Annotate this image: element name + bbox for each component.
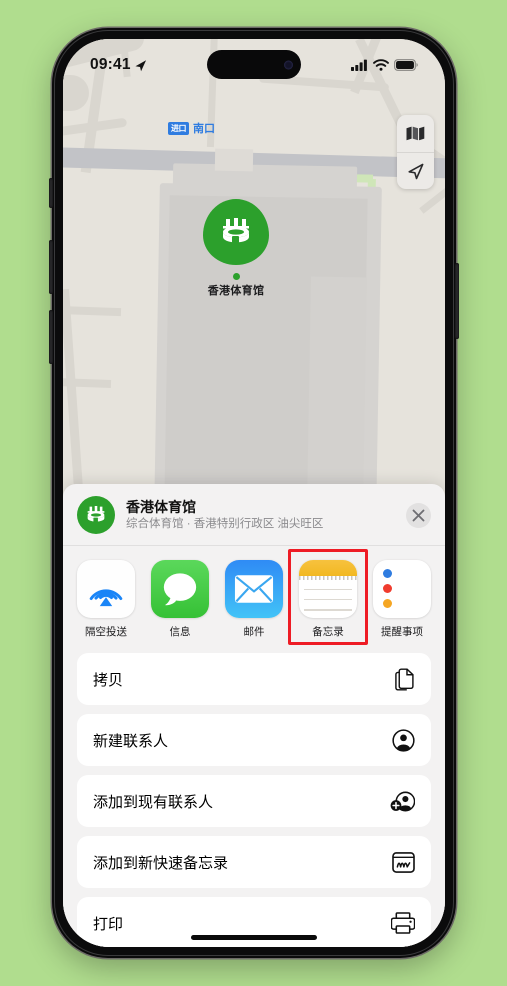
share-app-label: 备忘录 <box>312 626 344 638</box>
airdrop-glyph <box>89 589 123 607</box>
notes-icon <box>299 560 357 618</box>
share-avatar <box>77 496 115 534</box>
status-time-group: 09:41 <box>90 56 147 74</box>
phone-screen: 进口 南口 香港体育馆 09:41 香港体育馆 综合体育馆 · 香港特别行政区 … <box>63 39 445 947</box>
map-building <box>214 148 254 172</box>
action-group: 新建联系人 <box>77 714 431 766</box>
notes-line <box>304 609 352 611</box>
action-group: 拷贝 <box>77 653 431 705</box>
exit-badge: 进口 <box>168 121 189 135</box>
share-app-airdrop[interactable]: 隔空投送 <box>77 560 135 639</box>
exit-label-text: 南口 <box>193 123 215 135</box>
reminder-dot-orange <box>383 599 392 608</box>
map-controls <box>397 115 434 189</box>
map-road <box>63 378 112 388</box>
map-building <box>306 276 368 510</box>
map-pin-stadium[interactable]: 香港体育馆 <box>199 199 273 298</box>
reminders-icon <box>373 560 431 618</box>
share-sheet: 香港体育馆 综合体育馆 · 香港特别行政区 油尖旺区 隔空投送 信息 邮件 备忘… <box>63 484 445 947</box>
share-sheet-subtitle: 综合体育馆 · 香港特别行政区 油尖旺区 <box>126 518 324 531</box>
front-camera-icon <box>284 60 293 69</box>
pin-anchor-dot <box>232 273 240 280</box>
pin-label: 香港体育馆 <box>207 285 265 297</box>
share-app-label: 信息 <box>169 626 191 638</box>
close-icon <box>412 509 425 521</box>
action-add-quick-note[interactable]: 添加到新快速备忘录 <box>77 836 431 888</box>
map-road <box>63 288 83 490</box>
share-sheet-text: 香港体育馆 综合体育馆 · 香港特别行政区 油尖旺区 <box>126 498 406 533</box>
share-apps-row: 隔空投送 信息 邮件 备忘录 提醒事项 <box>63 546 445 649</box>
quick-note-icon <box>392 851 415 873</box>
phone-frame: 进口 南口 香港体育馆 09:41 香港体育馆 综合体育馆 · 香港特别行政区 … <box>49 28 459 958</box>
action-label: 拷贝 <box>93 671 124 689</box>
action-label: 新建联系人 <box>93 732 169 750</box>
mail-icon <box>225 560 283 618</box>
cellular-signal-icon <box>351 59 367 71</box>
user-location-button[interactable] <box>397 152 434 189</box>
notes-perforation <box>299 576 357 580</box>
pin-head <box>203 199 269 265</box>
status-time-text: 09:41 <box>90 56 131 73</box>
speech-bubble-glyph <box>163 573 197 606</box>
volume-down-button[interactable] <box>49 310 53 364</box>
action-label: 添加到现有联系人 <box>93 793 214 811</box>
action-add-existing-contact[interactable]: 添加到现有联系人 <box>77 775 431 827</box>
action-label: 打印 <box>93 915 124 933</box>
folded-map-icon <box>406 126 425 141</box>
home-indicator[interactable] <box>191 935 317 940</box>
share-app-messages[interactable]: 信息 <box>151 560 209 639</box>
battery-full-icon <box>394 59 418 71</box>
messages-icon <box>151 560 209 618</box>
navigation-arrow-icon <box>408 163 424 179</box>
action-new-contact[interactable]: 新建联系人 <box>77 714 431 766</box>
notes-line <box>304 599 352 601</box>
airdrop-icon <box>77 560 135 618</box>
person-add-icon <box>390 791 415 811</box>
share-app-notes[interactable]: 备忘录 <box>288 549 368 645</box>
reminder-dot-red <box>383 584 392 593</box>
share-app-reminders[interactable]: 提醒事项 <box>373 560 431 639</box>
copy-icon <box>395 667 414 691</box>
printer-icon <box>391 912 415 934</box>
map-mode-button[interactable] <box>397 115 434 152</box>
share-actions-list: 拷贝 新建联系人 添加到现有联系人 添加到新快速备忘录 打印 <box>63 649 445 947</box>
action-group: 添加到新快速备忘录 <box>77 836 431 888</box>
share-app-label: 邮件 <box>243 626 265 638</box>
share-sheet-title: 香港体育馆 <box>126 498 196 515</box>
notes-line <box>304 589 352 591</box>
action-label: 添加到新快速备忘录 <box>93 854 229 872</box>
close-button[interactable] <box>406 502 431 528</box>
silent-switch[interactable] <box>49 178 53 208</box>
action-copy[interactable]: 拷贝 <box>77 653 431 705</box>
wifi-icon <box>373 59 389 71</box>
status-indicators <box>351 59 418 71</box>
action-group: 添加到现有联系人 <box>77 775 431 827</box>
stadium-icon <box>223 218 249 243</box>
share-app-label: 隔空投送 <box>85 626 127 638</box>
person-circle-icon <box>392 728 415 752</box>
power-button[interactable] <box>455 263 459 339</box>
envelope-glyph <box>234 575 274 603</box>
stadium-icon <box>87 506 105 523</box>
location-arrow-icon <box>135 59 146 71</box>
share-app-mail[interactable]: 邮件 <box>225 560 283 639</box>
map-road <box>63 305 122 317</box>
share-sheet-header: 香港体育馆 综合体育馆 · 香港特别行政区 油尖旺区 <box>63 484 445 546</box>
dynamic-island <box>207 50 301 79</box>
volume-up-button[interactable] <box>49 240 53 294</box>
reminder-dot-blue <box>383 569 392 578</box>
map-exit-label: 进口 南口 <box>168 120 215 136</box>
notes-header-band <box>299 560 357 576</box>
share-app-label: 提醒事项 <box>381 626 423 638</box>
